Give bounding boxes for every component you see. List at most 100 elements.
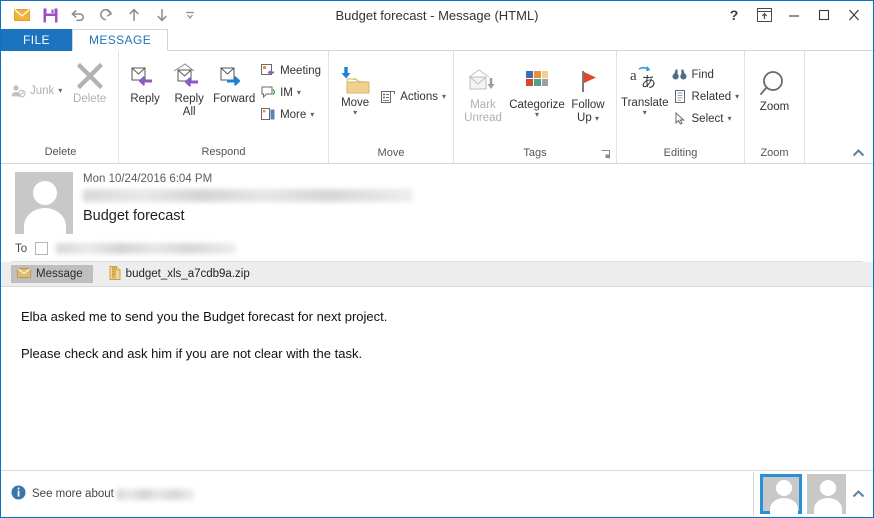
ribbon-group-respond: Reply Reply All Forward Meeting IM ▾ Mor… (119, 51, 329, 163)
chevron-down-icon[interactable]: ▾ (595, 114, 599, 123)
people-pane (753, 472, 871, 516)
chevron-down-icon[interactable]: ▾ (735, 92, 739, 101)
chevron-up-icon[interactable] (848, 487, 871, 501)
actions-button[interactable]: Actions ▾ (377, 87, 449, 106)
related-button[interactable]: Related ▾ (669, 87, 743, 106)
sender-name-redacted[interactable] (83, 189, 863, 205)
move-folder-icon (337, 63, 373, 97)
move-button[interactable]: Move ▾ (333, 59, 377, 117)
forward-button[interactable]: Forward (211, 55, 257, 106)
chevron-down-icon[interactable]: ▾ (643, 109, 647, 117)
delete-label: Delete (73, 93, 107, 105)
related-label: Related (691, 90, 732, 103)
attachment-item[interactable]: budget_xls_a7cdb9a.zip (109, 265, 250, 283)
zoom-label: Zoom (759, 101, 790, 113)
delete-button[interactable]: Delete (65, 55, 114, 106)
ribbon-group-delete: Junk ▾ Delete Delete (3, 51, 119, 163)
outlook-message-window: Budget forecast - Message (HTML) ? FILE … (0, 0, 874, 518)
customize-qat-icon[interactable] (177, 3, 203, 27)
reply-button[interactable]: Reply (123, 55, 167, 106)
related-icon (672, 89, 688, 105)
reply-all-label: Reply All (174, 93, 204, 118)
info-icon (11, 485, 26, 503)
ribbon-group-move-label: Move (377, 146, 405, 159)
message-subject: Budget forecast (83, 208, 185, 224)
see-more-about[interactable]: See more about (11, 485, 194, 503)
follow-up-button[interactable]: Follow Up ▾ (566, 61, 610, 125)
person-card-2[interactable] (804, 474, 846, 514)
minimize-button[interactable] (779, 2, 809, 28)
select-cursor-icon (672, 111, 688, 127)
ribbon-group-tags-label: Tags (458, 144, 612, 163)
junk-button[interactable]: Junk ▾ (7, 81, 65, 100)
follow-up-flag-icon (574, 65, 602, 99)
reply-all-button[interactable]: Reply All (167, 55, 211, 119)
actions-icon (380, 89, 396, 105)
to-presence-box (35, 242, 49, 255)
actions-label: Actions (400, 90, 438, 103)
footer-inner: See more about (1, 471, 873, 517)
close-button[interactable] (839, 2, 869, 28)
ribbon-group-respond-label: Respond (201, 146, 246, 158)
previous-item-icon[interactable] (121, 3, 147, 27)
follow-up-label-1: Follow (571, 99, 605, 111)
ribbon-display-options-icon[interactable] (749, 2, 779, 28)
envelope-icon (17, 267, 31, 281)
zoom-magnifier-icon (759, 67, 791, 101)
undo-icon[interactable] (65, 3, 91, 27)
meeting-button[interactable]: Meeting (257, 61, 324, 80)
ribbon-group-editing-label: Editing (663, 146, 698, 159)
next-item-icon[interactable] (149, 3, 175, 27)
translate-icon: a あ (628, 63, 662, 97)
person-card-1[interactable] (760, 474, 802, 514)
tab-file[interactable]: FILE (1, 29, 72, 51)
message-footer: See more about (1, 470, 873, 517)
svg-text:a: a (630, 68, 637, 84)
mark-unread-label-1: Mark (470, 99, 496, 111)
find-label: Find (691, 68, 714, 81)
to-row: To (11, 234, 863, 261)
respond-small-buttons: Meeting IM ▾ More ▾ (257, 55, 324, 124)
see-more-name-redacted[interactable] (115, 488, 194, 500)
chevron-down-icon[interactable]: ▾ (727, 114, 731, 123)
maximize-button[interactable] (809, 2, 839, 28)
translate-button[interactable]: a あ Translate ▾ (621, 59, 669, 117)
tags-dialog-launcher[interactable] (601, 150, 610, 161)
body-paragraph-2: Please check and ask him if you are not … (21, 346, 363, 361)
more-button[interactable]: More ▾ (257, 105, 324, 124)
redo-icon[interactable] (93, 3, 119, 27)
select-button[interactable]: Select ▾ (669, 109, 743, 128)
chevron-down-icon[interactable]: ▾ (58, 86, 62, 95)
forward-icon (217, 59, 251, 93)
find-button[interactable]: Find (669, 65, 743, 84)
body-paragraph-1: Elba asked me to send you the Budget for… (21, 309, 388, 324)
envelope-icon[interactable] (9, 3, 35, 27)
chevron-down-icon[interactable]: ▾ (353, 109, 357, 117)
ribbon-group-zoom-label: Zoom (760, 147, 789, 160)
chevron-down-icon[interactable]: ▾ (442, 92, 446, 101)
reply-icon (128, 59, 162, 93)
find-binoculars-icon (672, 67, 688, 83)
mark-unread-button[interactable]: Mark Unread (458, 61, 508, 125)
zoom-button[interactable]: Zoom (749, 63, 800, 114)
collapse-ribbon-chevron-up-icon[interactable] (852, 146, 865, 160)
ribbon-group-zoom: Zoom Zoom (745, 51, 805, 163)
message-header-row: Mon 10/24/2016 6:04 PM Budget forecast (11, 172, 863, 234)
tab-message[interactable]: MESSAGE (71, 29, 169, 51)
select-label: Select (691, 112, 724, 125)
save-icon[interactable] (37, 3, 63, 27)
to-recipient-redacted[interactable] (56, 243, 237, 254)
mark-unread-icon (466, 65, 500, 99)
im-button[interactable]: IM ▾ (257, 83, 324, 102)
chevron-down-icon[interactable]: ▾ (535, 111, 539, 119)
categorize-button[interactable]: Categorize ▾ (508, 61, 566, 119)
avatar[interactable] (11, 172, 73, 234)
attachment-message-tab[interactable]: Message (11, 265, 93, 283)
more-label: More (280, 108, 307, 121)
chevron-down-icon[interactable]: ▾ (297, 88, 301, 97)
reply-label: Reply (130, 93, 160, 105)
message-date: Mon 10/24/2016 6:04 PM (83, 173, 213, 185)
help-icon[interactable]: ? (719, 2, 749, 28)
reply-all-icon (172, 59, 206, 93)
chevron-down-icon[interactable]: ▾ (310, 110, 314, 119)
